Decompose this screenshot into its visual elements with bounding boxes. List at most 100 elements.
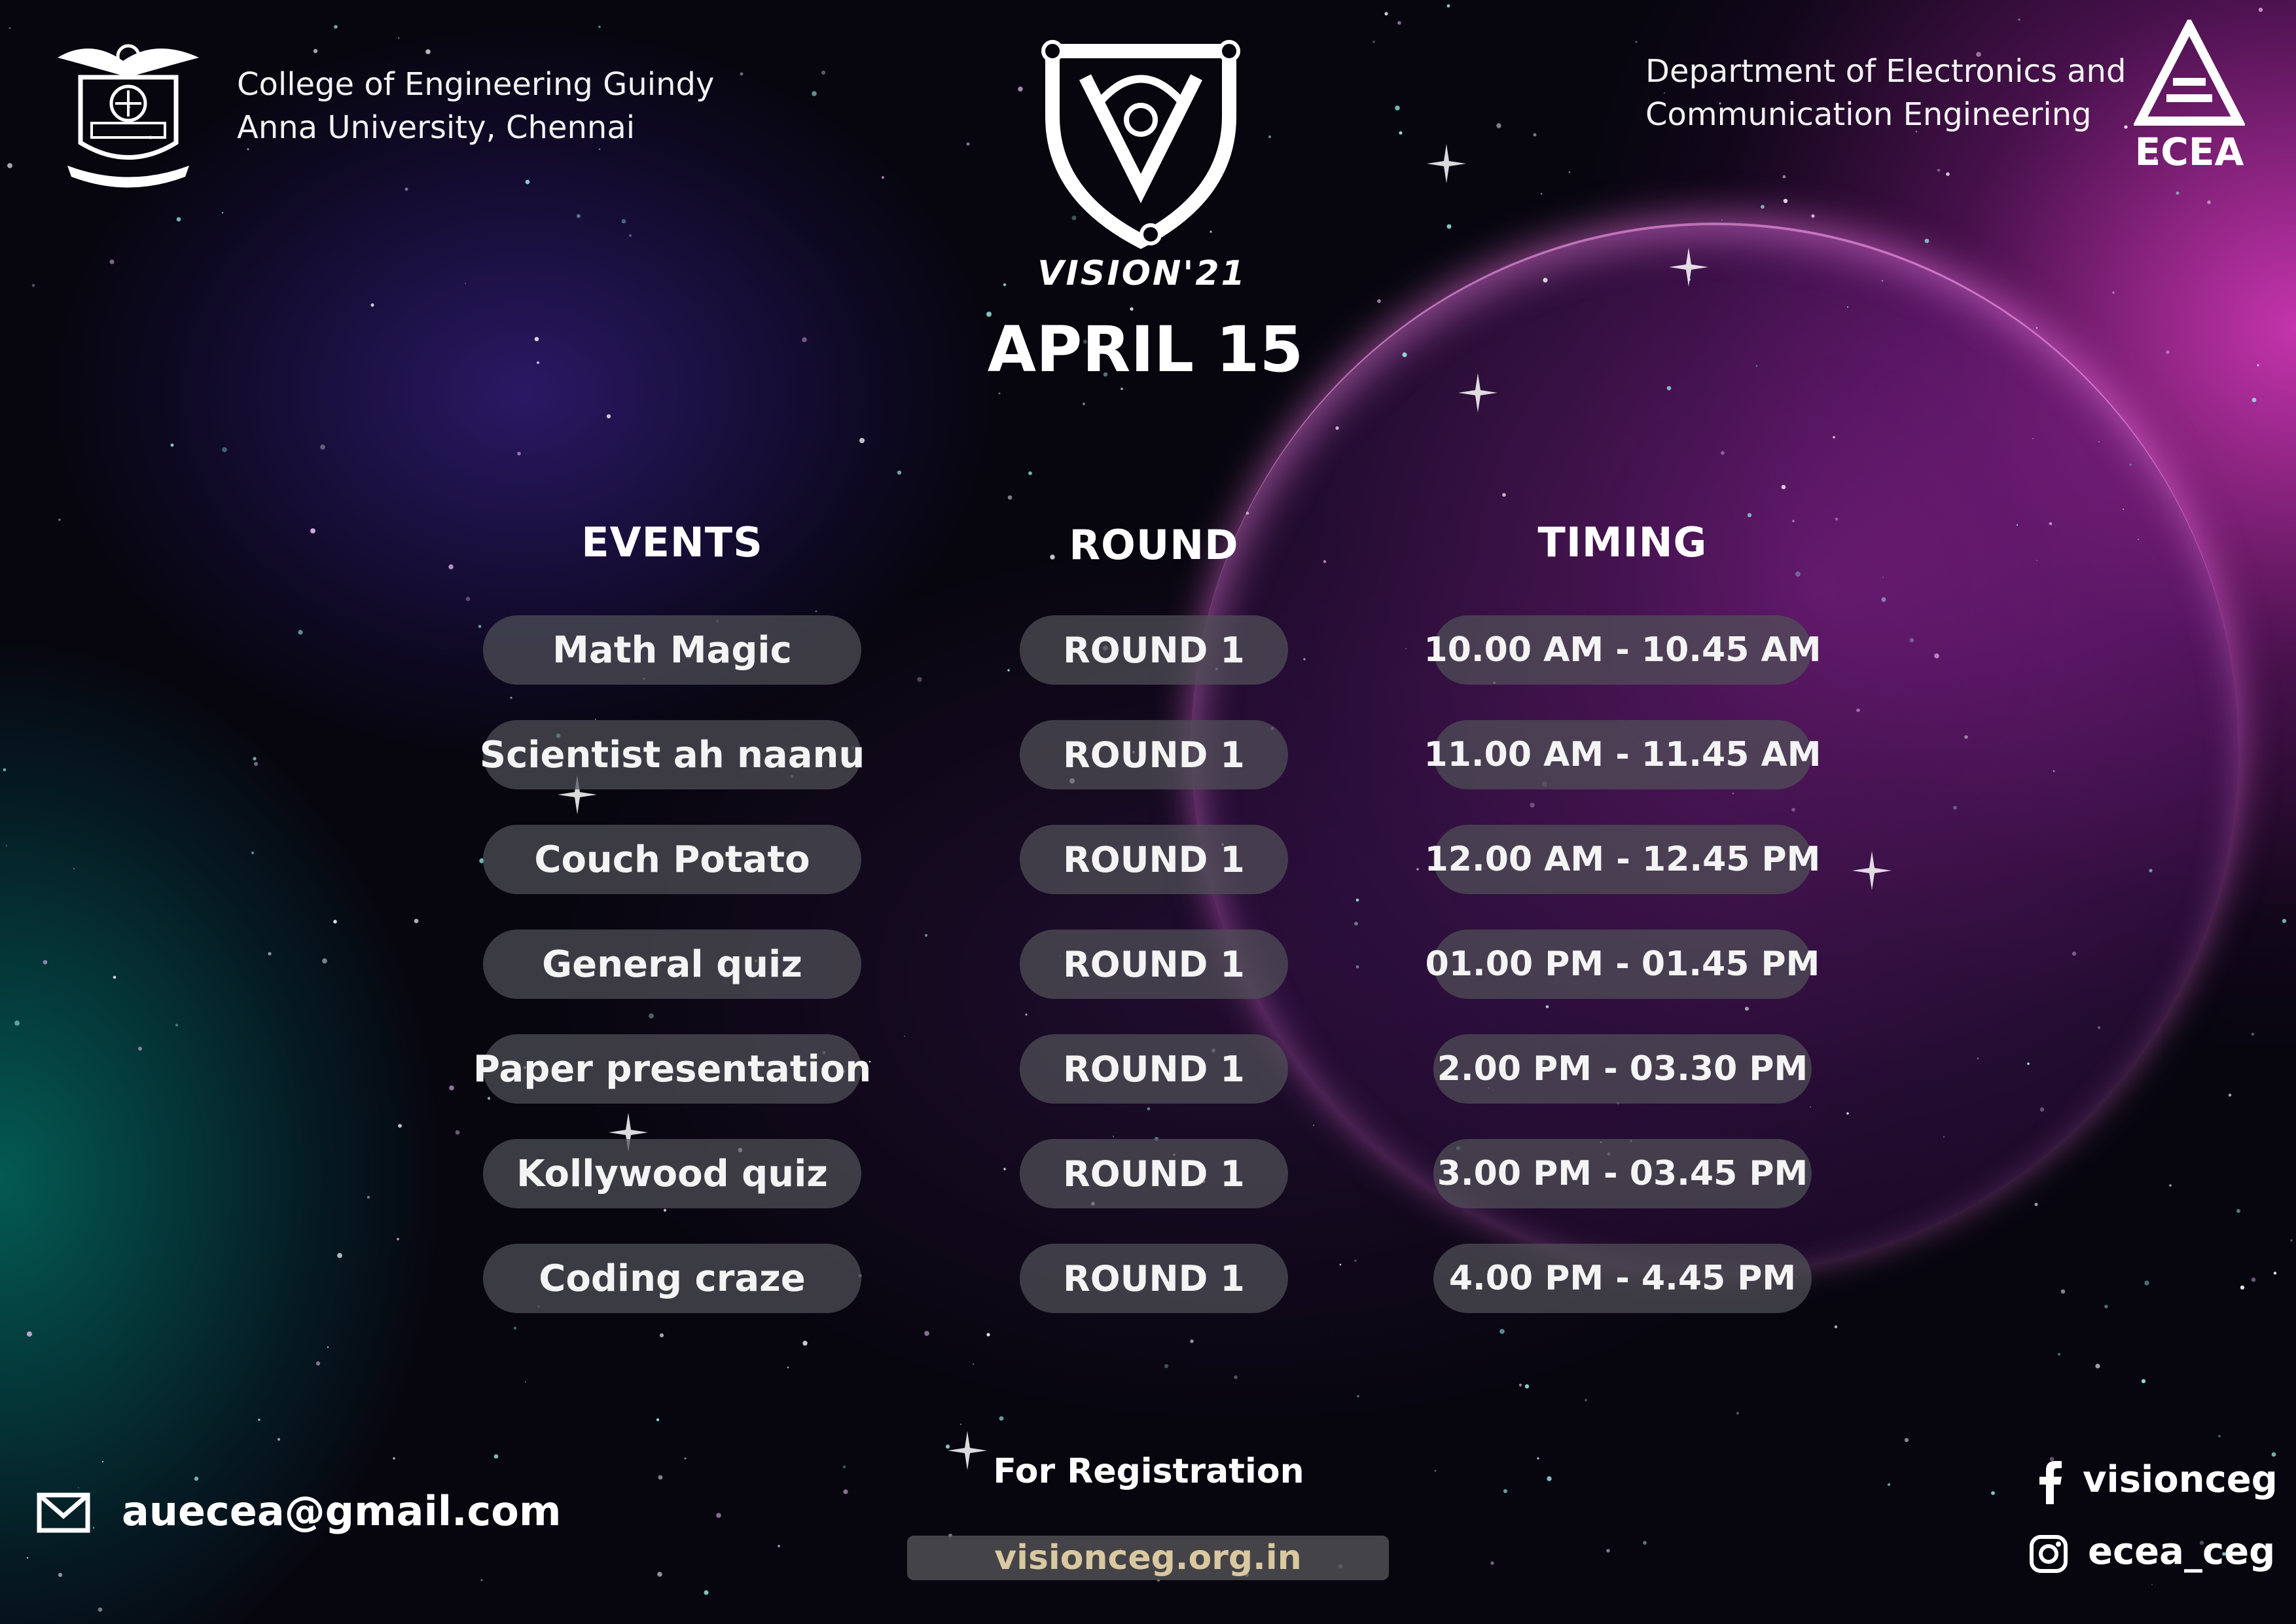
star <box>628 234 632 238</box>
contact-email[interactable]: auecea@gmail.com <box>122 1487 562 1535</box>
sparkle-star <box>1852 851 1892 890</box>
star <box>334 25 338 29</box>
event-round: ROUND 1 <box>1020 929 1288 999</box>
star <box>1384 12 1388 16</box>
star <box>1416 868 1419 871</box>
round-header: ROUND <box>1069 521 1239 569</box>
star <box>2032 438 2034 439</box>
star <box>398 37 399 39</box>
star <box>1377 299 1381 303</box>
star <box>1335 426 1339 430</box>
star <box>327 1346 329 1348</box>
star <box>1781 484 1786 490</box>
dept-name-line2: Communication Engineering <box>1645 96 2092 133</box>
star <box>370 303 374 307</box>
star <box>525 179 530 185</box>
star <box>2018 18 2020 21</box>
college-name: College of Engineering Guindy <box>237 66 715 103</box>
star <box>367 1195 370 1199</box>
star <box>1964 735 1968 739</box>
star <box>322 958 327 964</box>
star <box>1147 1107 1151 1111</box>
instagram-handle[interactable]: ecea_ceg <box>2088 1530 2275 1573</box>
college-motto <box>128 170 167 171</box>
star <box>2149 869 2153 873</box>
star <box>1924 238 1929 244</box>
star <box>621 219 626 224</box>
event-round: ROUND 1 <box>1020 825 1288 894</box>
star <box>2251 397 2257 403</box>
star <box>1585 1399 1587 1401</box>
instagram-icon[interactable] <box>2029 1534 2068 1574</box>
star <box>1121 388 1123 390</box>
star <box>815 610 817 613</box>
star <box>859 438 865 443</box>
star <box>598 26 601 28</box>
star <box>448 564 454 569</box>
star <box>1736 1412 1739 1415</box>
star <box>740 72 744 76</box>
star <box>253 761 259 767</box>
star <box>1395 105 1400 111</box>
star <box>298 630 303 635</box>
star <box>92 1526 95 1529</box>
star <box>787 1366 789 1369</box>
star <box>9 27 11 29</box>
star <box>313 48 318 54</box>
star <box>812 91 817 96</box>
star <box>1434 1470 1437 1472</box>
star <box>1164 1363 1169 1369</box>
facebook-handle[interactable]: visionceg <box>2083 1458 2278 1501</box>
star <box>7 163 12 168</box>
star <box>924 933 928 937</box>
star <box>2072 951 2077 956</box>
star <box>2060 1289 2066 1294</box>
facebook-icon[interactable] <box>2037 1461 2063 1504</box>
event-timing: 2.00 PM - 03.30 PM <box>1433 1034 1812 1104</box>
star <box>649 1013 654 1019</box>
star <box>2057 1352 2061 1356</box>
star <box>2129 463 2132 466</box>
star <box>1312 1124 1315 1127</box>
star <box>1003 1168 1006 1170</box>
star <box>98 1607 103 1612</box>
star <box>2218 1435 2221 1437</box>
star <box>1503 1489 1507 1493</box>
star <box>194 1476 199 1481</box>
event-timing: 3.00 PM - 03.45 PM <box>1433 1139 1812 1208</box>
event-timing: 01.00 PM - 01.45 PM <box>1426 929 1820 999</box>
star <box>2016 524 2018 526</box>
star <box>2273 1271 2277 1275</box>
star <box>657 1572 662 1577</box>
star <box>2176 191 2179 195</box>
star <box>1545 1005 1549 1009</box>
star <box>397 1238 399 1240</box>
registration-url[interactable]: visionceg.org.in <box>907 1536 1389 1580</box>
star <box>1355 898 1359 902</box>
star <box>1007 669 1010 672</box>
mail-icon <box>37 1492 90 1533</box>
star <box>704 1590 709 1595</box>
star <box>1882 577 1884 578</box>
star <box>945 1444 950 1449</box>
star <box>716 1513 721 1518</box>
star <box>315 1361 321 1366</box>
star <box>2166 350 2170 354</box>
star <box>2144 1280 2149 1286</box>
event-name: Paper presentation <box>473 1034 871 1104</box>
star <box>1003 283 1007 287</box>
timing-header: TIMING <box>1537 518 1708 566</box>
star <box>1537 1457 1539 1460</box>
star <box>251 851 255 855</box>
star <box>1991 1491 1995 1495</box>
star <box>333 920 337 924</box>
star <box>897 470 902 475</box>
star <box>1833 436 1835 439</box>
star <box>1946 172 1950 176</box>
star <box>966 142 970 146</box>
star <box>1547 1476 1552 1481</box>
star <box>2141 1379 2146 1384</box>
star <box>2027 1062 2030 1065</box>
event-timing: 10.00 AM - 10.45 AM <box>1424 615 1821 685</box>
star <box>1847 306 1848 308</box>
